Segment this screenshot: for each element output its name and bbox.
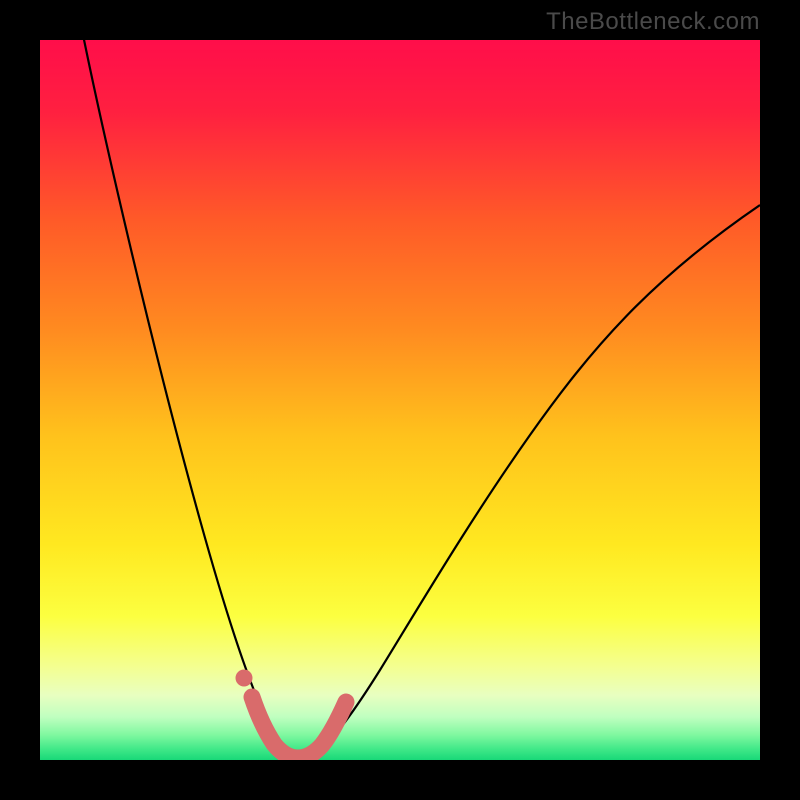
optimal-zone-marker	[252, 697, 346, 758]
marker-dot	[236, 670, 253, 687]
plot-area	[40, 40, 760, 760]
chart-frame: TheBottleneck.com	[0, 0, 800, 800]
watermark-text: TheBottleneck.com	[546, 8, 760, 36]
bottleneck-curve	[80, 40, 760, 757]
curve-layer	[40, 40, 760, 760]
